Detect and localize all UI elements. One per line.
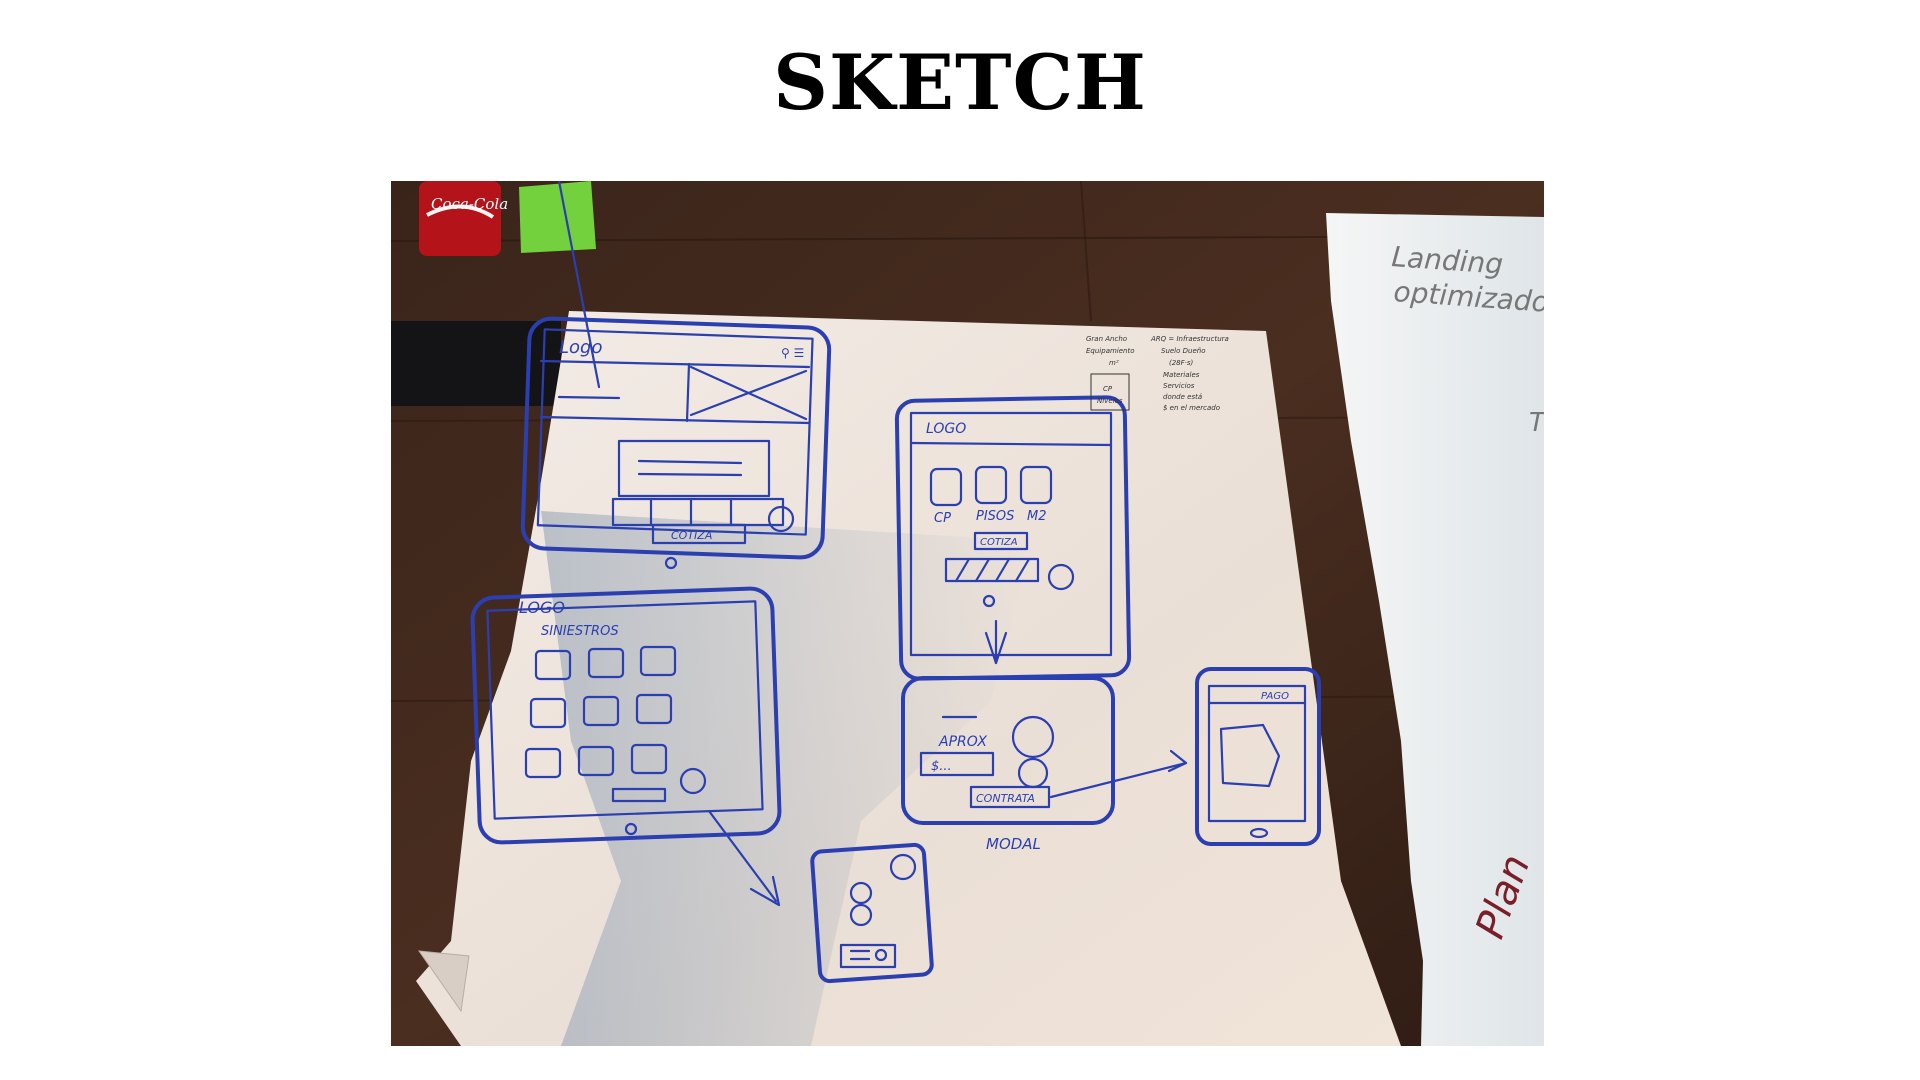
note2-5: donde está	[1163, 393, 1202, 401]
modal-price: $...	[931, 759, 952, 774]
modal-label: MODAL	[986, 835, 1041, 853]
side-sheet-letter: T	[1529, 408, 1544, 438]
note1-2: m²	[1109, 359, 1119, 367]
modal-cta-label: CONTRATA	[976, 792, 1035, 805]
black-object	[391, 321, 561, 406]
note2-4: Servicios	[1163, 382, 1195, 390]
note1-0: Gran Ancho	[1086, 335, 1127, 343]
soda-can: Coca-Cola	[419, 181, 508, 256]
note2-2: (28F·s)	[1169, 359, 1194, 367]
wf5-badge: PAGO	[1261, 691, 1289, 702]
wf1-icons: ⚲ ☰	[781, 346, 804, 360]
note1-3: CP	[1103, 385, 1113, 393]
note1-1: Equipamiento	[1086, 347, 1135, 355]
wf2-field-m2: M2	[1027, 509, 1047, 524]
wf3-logo: LOGO	[519, 598, 565, 617]
wf2-cta-label: COTIZA	[980, 537, 1018, 548]
modal-price-label: APROX	[938, 734, 987, 750]
wf2-field-cp: CP	[934, 511, 951, 526]
sticky-note	[519, 181, 596, 253]
wf2-logo: LOGO	[926, 421, 966, 437]
wf2-field-pisos: PISOS	[976, 509, 1014, 524]
wf1-logo: Logo	[559, 337, 602, 358]
sketch-photo: Coca-Cola Landing optimizado T Plan Logo…	[391, 181, 1544, 1046]
note2-0: ARQ = Infraestructura	[1150, 335, 1229, 343]
wf3-heading: SINIESTROS	[541, 624, 619, 639]
slide-title: SKETCH	[773, 38, 1147, 127]
note2-6: $ en el mercado	[1163, 404, 1220, 412]
note2-3: Materiales	[1163, 371, 1200, 379]
can-label: Coca-Cola	[431, 195, 508, 213]
wf1-cta-label: COTIZA	[671, 529, 712, 542]
note1-4: Niveles	[1097, 397, 1123, 405]
note2-1: Suelo Dueño	[1161, 347, 1206, 355]
